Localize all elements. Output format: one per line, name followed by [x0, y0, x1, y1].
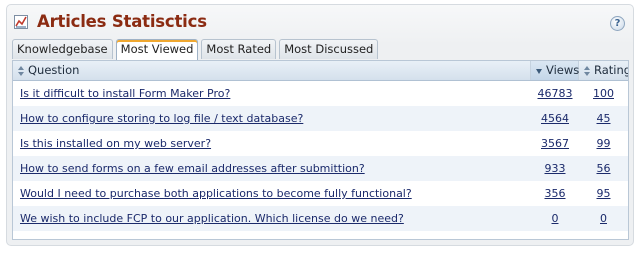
column-label-rating: Rating: [594, 63, 629, 77]
rating-link[interactable]: 0: [600, 212, 607, 225]
table-row: Is it difficult to install Form Maker Pr…: [13, 81, 628, 106]
question-link[interactable]: Is it difficult to install Form Maker Pr…: [20, 87, 230, 100]
views-link[interactable]: 356: [545, 187, 566, 200]
chart-icon: [13, 14, 29, 30]
sort-icon: [584, 66, 590, 76]
table-row: We wish to include FCP to our applicatio…: [13, 206, 628, 231]
column-label-question: Question: [28, 63, 80, 77]
column-label-views: Views: [546, 63, 580, 77]
question-link[interactable]: Is this installed on my web server?: [20, 137, 211, 150]
sort-descending-icon: [536, 69, 542, 74]
table-row: Would I need to purchase both applicatio…: [13, 181, 628, 206]
rating-link[interactable]: 45: [597, 112, 611, 125]
tab-most-discussed[interactable]: Most Discussed: [279, 39, 379, 59]
column-header-rating[interactable]: Rating: [579, 61, 628, 80]
table-header: Question Views Rating: [13, 61, 628, 81]
rating-link[interactable]: 56: [597, 162, 611, 175]
tab-most-viewed[interactable]: Most Viewed: [115, 39, 199, 60]
views-link[interactable]: 4564: [541, 112, 569, 125]
table-row: Is this installed on my web server? 3567…: [13, 131, 628, 156]
views-link[interactable]: 0: [552, 212, 559, 225]
articles-statistics-panel: Articles Statisctics ? Knowledgebase Mos…: [6, 4, 634, 246]
table-row: How to configure storing to log file / t…: [13, 106, 628, 131]
views-link[interactable]: 46783: [538, 87, 573, 100]
question-link[interactable]: Would I need to purchase both applicatio…: [20, 187, 412, 200]
tab-bar: Knowledgebase Most Viewed Most Rated Mos…: [12, 39, 379, 60]
column-header-question[interactable]: Question: [13, 61, 531, 80]
table-row: How to send forms on a few email address…: [13, 156, 628, 181]
tab-most-rated[interactable]: Most Rated: [201, 39, 277, 59]
question-link[interactable]: How to configure storing to log file / t…: [20, 112, 303, 125]
views-link[interactable]: 933: [545, 162, 566, 175]
sort-icon: [18, 66, 24, 76]
views-link[interactable]: 3567: [541, 137, 569, 150]
articles-table: Question Views Rating Is it difficult to…: [12, 60, 629, 240]
question-link[interactable]: How to send forms on a few email address…: [20, 162, 365, 175]
rating-link[interactable]: 100: [593, 87, 614, 100]
column-header-views[interactable]: Views: [531, 61, 579, 80]
table-body: Is it difficult to install Form Maker Pr…: [13, 81, 628, 231]
panel-title: Articles Statisctics: [37, 12, 207, 31]
rating-link[interactable]: 95: [597, 187, 611, 200]
help-icon[interactable]: ?: [610, 16, 625, 31]
tab-knowledgebase[interactable]: Knowledgebase: [12, 39, 113, 59]
question-link[interactable]: We wish to include FCP to our applicatio…: [20, 212, 404, 225]
rating-link[interactable]: 99: [597, 137, 611, 150]
